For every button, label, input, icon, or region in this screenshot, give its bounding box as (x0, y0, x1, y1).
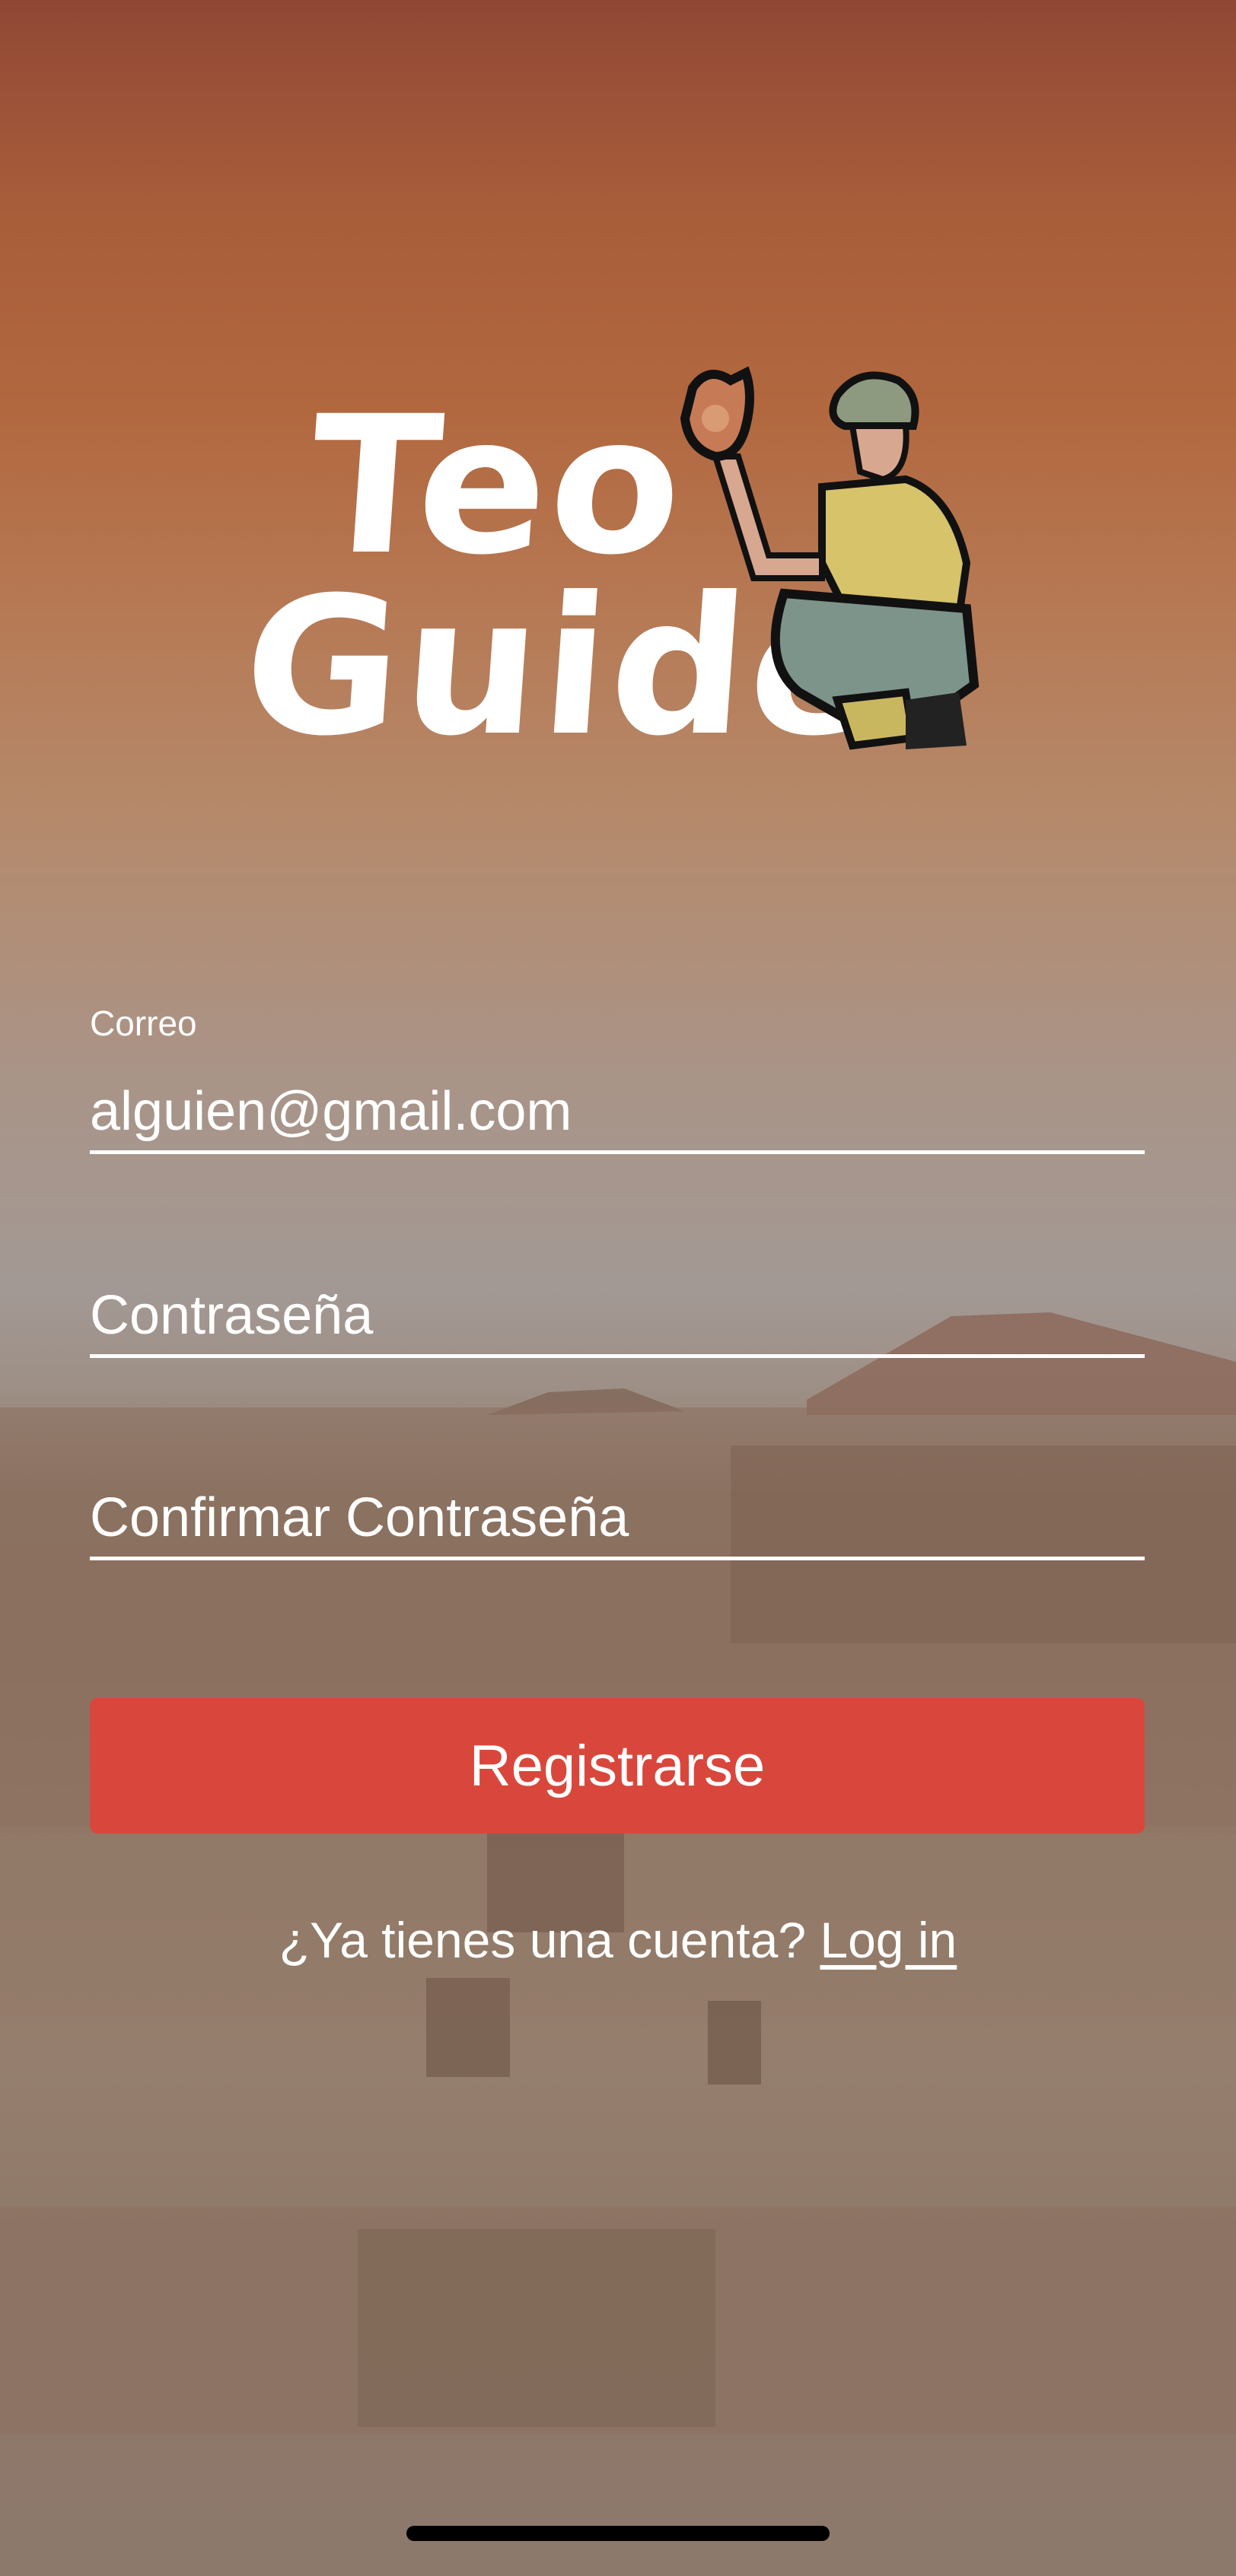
confirm-password-field[interactable] (90, 1487, 1145, 1557)
logo-line-guide: Guide (237, 555, 890, 778)
password-field[interactable] (90, 1284, 1145, 1354)
login-prompt-text: ¿Ya tienes una cuenta? (279, 1912, 820, 1968)
login-link[interactable]: Log in (820, 1912, 957, 1968)
email-field[interactable] (90, 1080, 1145, 1150)
confirm-password-field-container (90, 1487, 1145, 1560)
explorer-holding-artifact-icon (680, 366, 980, 750)
login-prompt: ¿Ya tienes una cuenta? Log in (0, 1911, 1236, 1969)
logo-line-teo: Teo (303, 375, 693, 596)
home-indicator[interactable] (406, 2526, 830, 2541)
register-button[interactable]: Registrarse (90, 1698, 1145, 1833)
password-field-container (90, 1284, 1145, 1358)
email-field-container (90, 1080, 1145, 1154)
app-logo: Teo Guide (237, 375, 890, 778)
email-label: Correo (90, 1003, 197, 1043)
